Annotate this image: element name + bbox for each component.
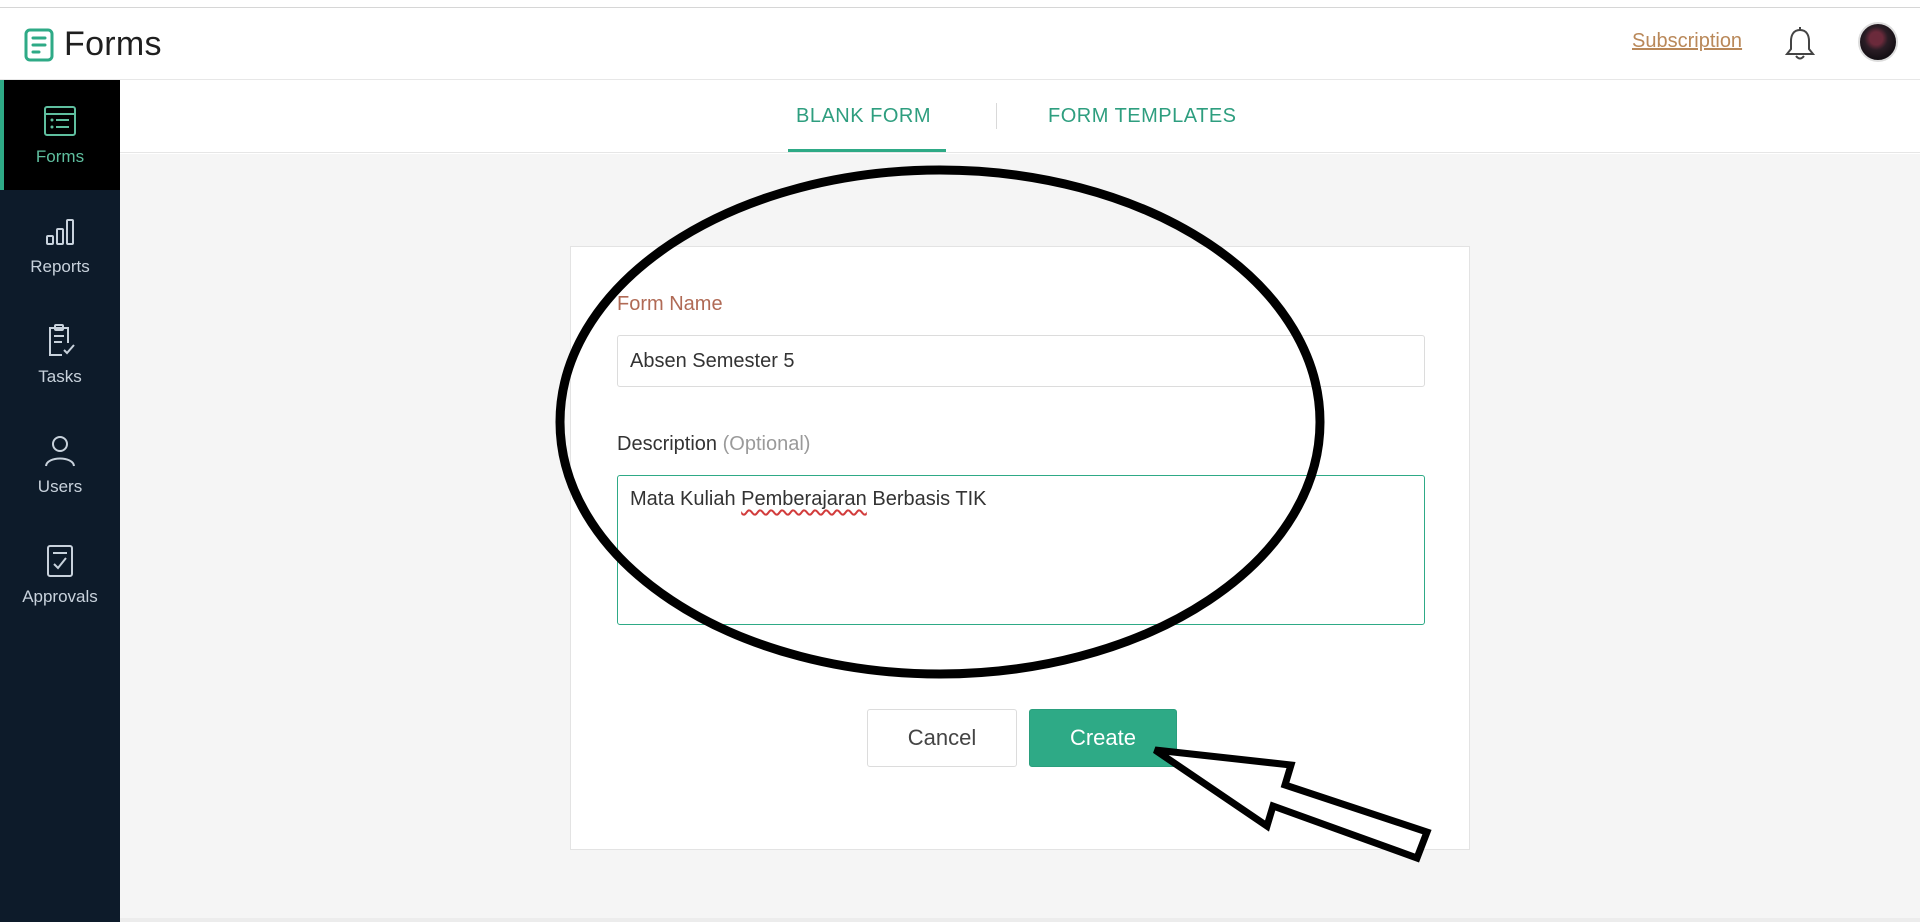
sidebar-item-label: Forms [35, 147, 85, 166]
tab-divider [996, 103, 997, 129]
window-top-edge [0, 0, 1920, 8]
description-label: Description (Optional) [617, 433, 810, 456]
description-text-start: Mata Kuliah [630, 488, 742, 510]
form-name-label: Form Name [617, 293, 723, 315]
sidebar-item-label: Reports [30, 257, 90, 276]
tab-bar: BLANK FORM FORM TEMPLATES [120, 81, 1920, 153]
description-label-text: Description [617, 433, 718, 455]
sidebar-item-users[interactable]: Users [0, 410, 120, 520]
top-bar: Forms Subscription [0, 8, 1920, 80]
sidebar-item-approvals[interactable]: Approvals [0, 520, 120, 630]
form-name-input[interactable]: Absen Semester 5 [617, 335, 1425, 387]
form-name-value: Absen Semester 5 [630, 350, 795, 372]
sidebar-item-label: Approvals [22, 587, 98, 606]
user-icon [45, 436, 75, 467]
subscription-link[interactable]: Subscription [1632, 30, 1742, 53]
sidebar: Forms Reports Tasks Users Approvals [0, 80, 120, 922]
bell-icon[interactable] [1784, 26, 1816, 62]
sidebar-item-forms[interactable]: Forms [0, 80, 120, 190]
sidebar-item-tasks[interactable]: Tasks [0, 300, 120, 410]
description-textarea[interactable]: Mata Kuliah Pemberajaran Berbasis TIK [617, 475, 1425, 625]
cancel-button[interactable]: Cancel [867, 709, 1017, 767]
optional-hint: (Optional) [722, 433, 811, 455]
sidebar-item-reports[interactable]: Reports [0, 190, 120, 300]
clipboard-check-icon [49, 324, 75, 356]
app-title: Forms [64, 25, 162, 63]
misspelled-word: Pemberajaran [741, 488, 867, 510]
description-text-end: Berbasis TIK [866, 488, 987, 510]
approval-document-icon [47, 545, 73, 577]
create-button[interactable]: Create [1029, 709, 1177, 767]
form-list-icon [44, 106, 76, 136]
avatar[interactable] [1858, 22, 1898, 62]
active-tab-indicator [788, 149, 946, 152]
tab-form-templates[interactable]: FORM TEMPLATES [1048, 105, 1237, 128]
bottom-edge [120, 918, 1920, 922]
brand[interactable]: Forms [24, 25, 162, 64]
sidebar-item-label: Tasks [38, 367, 82, 386]
create-form-card: Form Name Absen Semester 5 Description (… [570, 246, 1470, 850]
forms-logo-icon [24, 28, 54, 61]
bar-chart-icon [46, 219, 74, 245]
tab-blank-form[interactable]: BLANK FORM [796, 105, 931, 128]
main-content: Form Name Absen Semester 5 Description (… [120, 154, 1920, 922]
sidebar-item-label: Users [37, 477, 83, 496]
